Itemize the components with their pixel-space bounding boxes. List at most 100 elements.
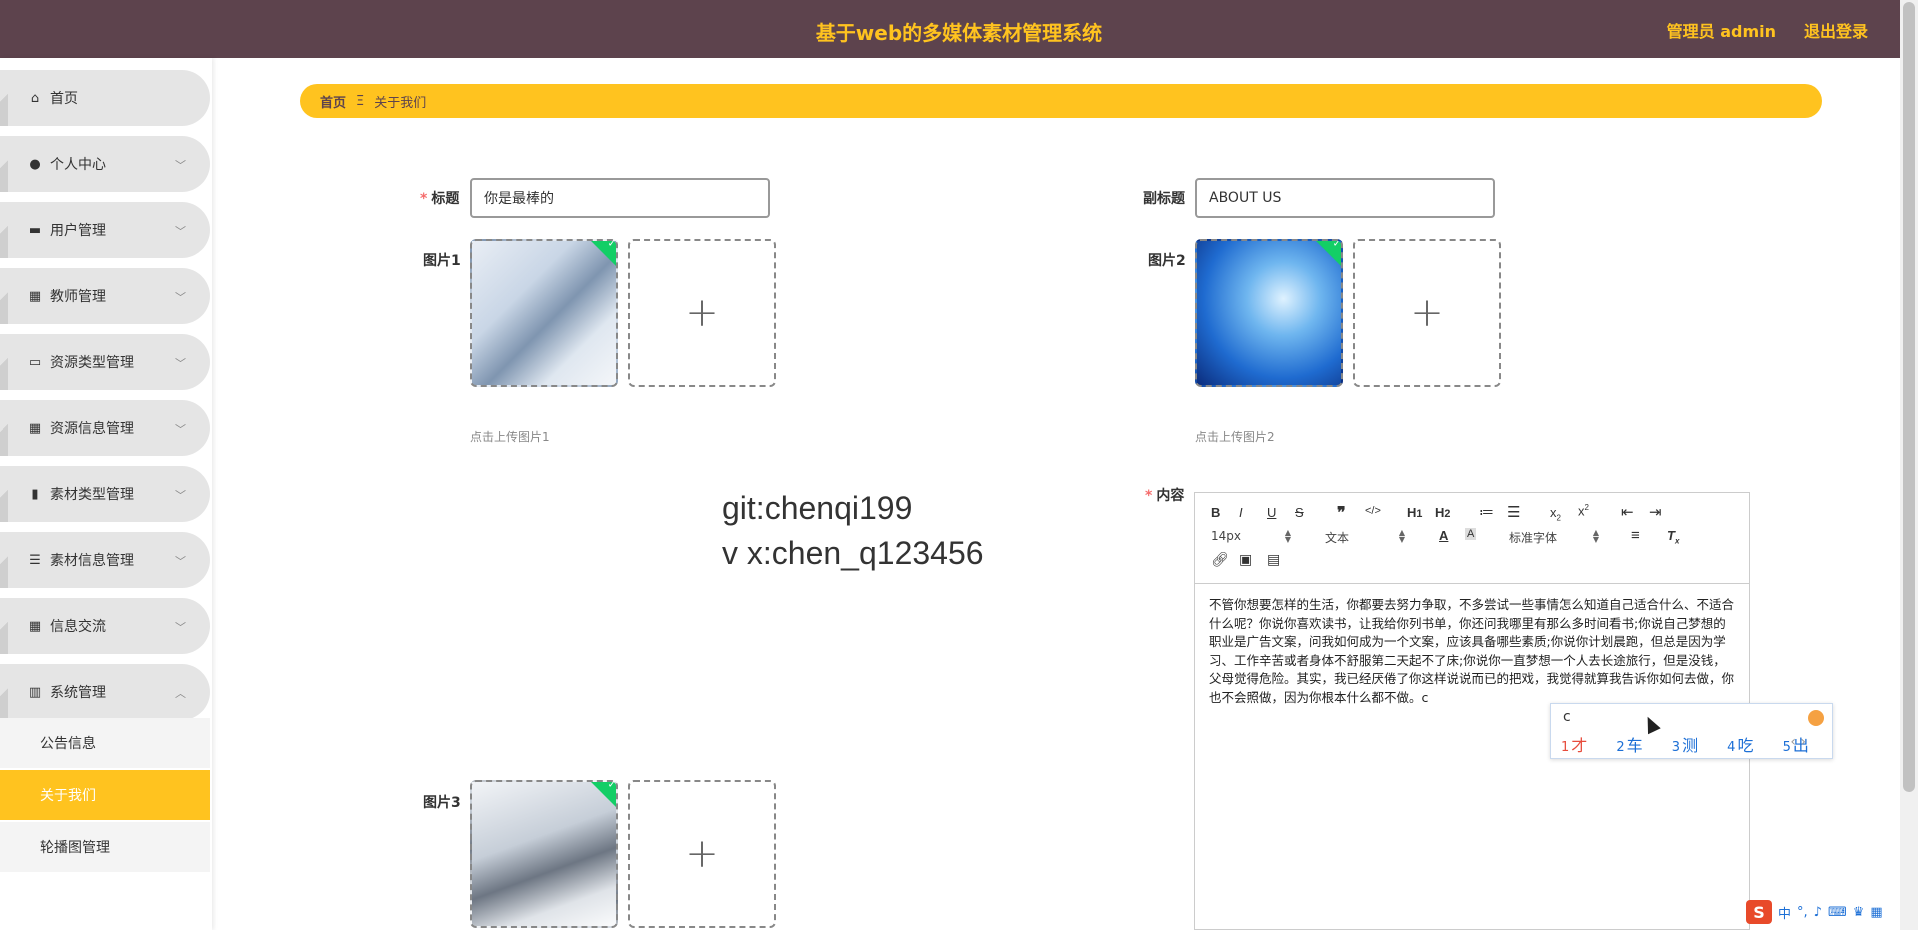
watermark-text: git:chenqi199 v x:chen_q123456: [722, 486, 984, 576]
sidebar-item-label: 资源类型管理: [50, 355, 134, 371]
ime-lang-toggle[interactable]: 中: [1778, 903, 1791, 922]
subscript-icon[interactable]: x2: [1550, 505, 1561, 523]
chevron-up-icon: ︿: [175, 687, 186, 700]
page-scrollbar[interactable]: [1900, 0, 1918, 930]
sidebar-item-material-info[interactable]: ☰ 素材信息管理 ﹀: [0, 532, 210, 588]
ime-candidate[interactable]: 1才: [1561, 736, 1599, 755]
sogou-logo-icon[interactable]: S: [1746, 900, 1772, 924]
sidebar-item-teachers[interactable]: ▦ 教师管理 ﹀: [0, 268, 210, 324]
video-icon[interactable]: ▤: [1267, 551, 1280, 568]
toolbox-icon[interactable]: ▦: [1870, 905, 1882, 920]
sidebar-item-system[interactable]: ▥ 系统管理 ︿: [0, 664, 210, 720]
watermark-line1: git:chenqi199: [722, 490, 913, 526]
chevron-down-icon: ﹀: [175, 357, 186, 370]
sidebar-subitem-carousel[interactable]: 轮播图管理: [0, 822, 210, 872]
chevron-down-icon: ﹀: [175, 423, 186, 436]
image1-label: 图片1: [423, 253, 461, 269]
superscript-icon[interactable]: x2: [1578, 503, 1589, 518]
strikethrough-icon[interactable]: S: [1295, 505, 1304, 520]
link-icon[interactable]: 🔗︎: [1211, 551, 1229, 568]
watermark-line2: v x:chen_q123456: [722, 535, 984, 571]
outdent-icon[interactable]: ⇤: [1621, 503, 1634, 521]
image2-upload-button[interactable]: +: [1353, 239, 1501, 387]
chevron-down-icon: ﹀: [175, 291, 186, 304]
briefcase-icon: ▭: [28, 354, 42, 370]
grid-icon: ▦: [28, 618, 42, 634]
image1-thumbnail[interactable]: ✓: [470, 239, 618, 387]
skin-icon[interactable]: ♛: [1853, 905, 1865, 920]
indent-icon[interactable]: ⇥: [1649, 503, 1662, 521]
sidebar-item-label: 教师管理: [50, 289, 106, 305]
uploaded-check-icon: ✓: [1312, 241, 1341, 270]
sidebar-item-label: 用户管理: [50, 223, 106, 239]
image3-thumbnail[interactable]: ✓: [470, 780, 618, 928]
current-user: 管理员 admin: [1666, 22, 1776, 41]
breadcrumb-current: 关于我们: [374, 95, 427, 111]
align-icon[interactable]: ≡: [1631, 527, 1640, 544]
sidebar-item-material-types[interactable]: ▮ 素材类型管理 ﹀: [0, 466, 210, 522]
sidebar-item-label: 首页: [50, 91, 78, 107]
background-color-icon[interactable]: A: [1465, 528, 1477, 540]
chevron-down-icon: ﹀: [175, 489, 186, 502]
ime-candidate[interactable]: 3测: [1672, 736, 1710, 755]
chevron-down-icon: ﹀: [175, 159, 186, 172]
punctuation-icon[interactable]: °,: [1797, 905, 1808, 920]
sidebar-item-profile[interactable]: ● 个人中心 ﹀: [0, 136, 210, 192]
chevron-down-icon: ﹀: [175, 555, 186, 568]
ime-candidate[interactable]: 2车: [1616, 736, 1654, 755]
font-color-icon[interactable]: A: [1439, 528, 1448, 543]
font-family-select[interactable]: 标准字体 ▲ ▼: [1509, 529, 1599, 546]
microphone-icon[interactable]: ♪: [1814, 905, 1822, 920]
sidebar-item-resource-types[interactable]: ▭ 资源类型管理 ﹀: [0, 334, 210, 390]
ime-candidate[interactable]: 4吃: [1727, 736, 1765, 755]
sidebar-item-users[interactable]: ▬ 用户管理 ﹀: [0, 202, 210, 258]
image2-thumbnail[interactable]: ✓: [1195, 239, 1343, 387]
sidebar-item-label: 资源信息管理: [50, 421, 134, 437]
bold-icon[interactable]: B: [1211, 505, 1220, 520]
sidebar-item-label: 素材类型管理: [50, 487, 134, 503]
italic-icon[interactable]: I: [1239, 505, 1243, 520]
building-icon: ▥: [28, 684, 42, 700]
image-icon[interactable]: ▣: [1239, 551, 1252, 568]
font-size-select[interactable]: 14px ▲ ▼: [1211, 529, 1291, 544]
blockquote-icon[interactable]: ❞: [1337, 503, 1346, 523]
title-input[interactable]: [470, 178, 770, 218]
heading1-icon[interactable]: H1: [1407, 505, 1422, 520]
image3-label: 图片3: [423, 795, 461, 811]
sidebar-item-home[interactable]: ⌂ 首页: [0, 70, 210, 126]
sidebar-item-label: 个人中心: [50, 157, 106, 173]
ordered-list-icon[interactable]: ≔: [1479, 503, 1494, 521]
chat-icon: ▬: [28, 222, 42, 238]
sidebar-subitem-about[interactable]: 关于我们: [0, 770, 210, 820]
user-icon: ●: [29, 156, 41, 172]
clear-format-icon[interactable]: Tx: [1667, 528, 1679, 546]
grid-icon: ▦: [28, 288, 42, 304]
code-block-icon[interactable]: </>: [1365, 505, 1381, 517]
bullet-list-icon[interactable]: ☰: [1507, 503, 1520, 521]
image1-tip: 点击上传图片1: [470, 430, 550, 444]
ime-tray: S 中 °, ♪ ⌨ ♛ ▦: [1740, 898, 1918, 926]
breadcrumb-home[interactable]: 首页: [320, 92, 346, 111]
sidebar-item-label: 系统管理: [50, 685, 106, 701]
grid-icon: ▦: [28, 420, 42, 436]
keyboard-icon[interactable]: ⌨: [1828, 905, 1847, 920]
scrollbar-thumb[interactable]: [1903, 2, 1915, 792]
image3-upload-button[interactable]: +: [628, 780, 776, 928]
breadcrumb-separator: Ξ: [356, 93, 365, 109]
editor-content[interactable]: 不管你想要怎样的生活，你都要去努力争取，不多尝试一些事情怎么知道自己适合什么、不…: [1195, 584, 1749, 719]
ime-logo-icon: [1808, 710, 1824, 726]
underline-icon[interactable]: U: [1267, 505, 1276, 520]
heading2-icon[interactable]: H2: [1435, 505, 1450, 520]
uploaded-check-icon: ✓: [587, 782, 616, 811]
sidebar-subitem-notices[interactable]: 公告信息: [0, 718, 210, 768]
heading-select[interactable]: 文本 ▲ ▼: [1325, 529, 1405, 546]
sidebar-item-exchange[interactable]: ▦ 信息交流 ﹀: [0, 598, 210, 654]
sidebar-item-resource-info[interactable]: ▦ 资源信息管理 ﹀: [0, 400, 210, 456]
ime-page-nav[interactable]: ‹ ›: [1790, 734, 1806, 750]
sidebar-item-label: 信息交流: [50, 619, 106, 635]
logout-button[interactable]: 退出登录: [1804, 18, 1868, 42]
image1-upload-button[interactable]: +: [628, 239, 776, 387]
ime-composition: c: [1563, 709, 1571, 725]
subtitle-input[interactable]: [1195, 178, 1495, 218]
home-icon: ⌂: [30, 90, 40, 106]
